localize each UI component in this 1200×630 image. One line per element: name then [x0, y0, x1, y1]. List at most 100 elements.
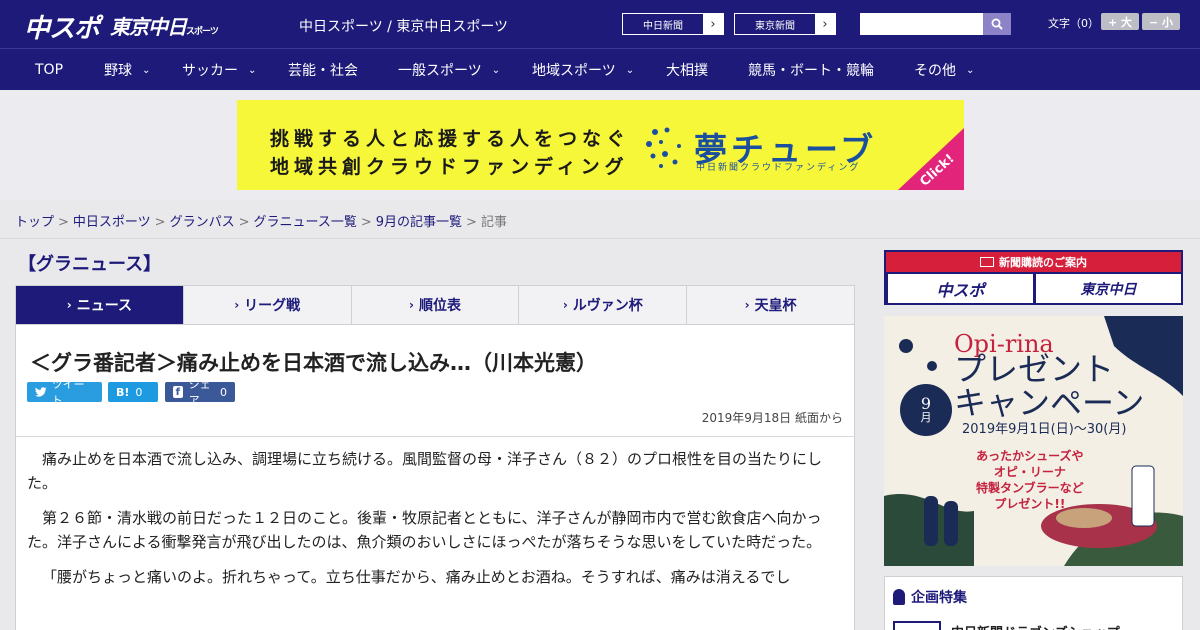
- hatena-bookmark-button[interactable]: B! 0: [108, 382, 158, 402]
- twitter-bird-icon: [35, 387, 47, 397]
- article-divider: [16, 436, 854, 437]
- breadcrumb-top[interactable]: トップ: [15, 215, 54, 230]
- font-decrease-button[interactable]: − 小: [1142, 13, 1180, 30]
- search-icon: [991, 18, 1003, 30]
- chevron-right-icon: ›: [562, 298, 568, 312]
- nav-label: その他: [914, 63, 956, 79]
- tokyo-shimbun-label: 東京新聞: [755, 20, 795, 32]
- subscription-box[interactable]: 新聞購読のご案内 中スポ 東京中日: [884, 250, 1183, 305]
- nav-item-sumo[interactable]: 大相撲: [666, 49, 708, 91]
- facebook-share-label: シェア: [188, 378, 211, 407]
- breadcrumb-separator: >: [238, 215, 250, 230]
- tokyo-logo-text: 東京中日: [110, 15, 187, 39]
- breadcrumb-divider: [0, 238, 1200, 239]
- article-date: 2019年9月18日 紙面から: [701, 411, 843, 425]
- tokyo-chunichi-logo[interactable]: 東京中日スポーツ: [110, 11, 219, 40]
- breadcrumb-september-list[interactable]: 9月の記事一覧: [376, 215, 462, 230]
- chevron-down-icon: ⌄: [625, 64, 635, 76]
- tweet-button[interactable]: ツイート: [27, 378, 102, 407]
- main-nav: TOP 野球 ⌄ サッカー ⌄ 芸能・社会 一般スポーツ ⌄ 地域スポーツ ⌄ 大相撲 …: [0, 48, 1200, 90]
- nav-label: TOP: [35, 62, 64, 78]
- breadcrumb-separator: >: [58, 215, 69, 230]
- breadcrumb-separator: >: [154, 215, 166, 230]
- banner-area: 挑戦する人と応援する人をつなぐ 地域共創クラウドファンディング 夢チューブ 中日…: [0, 90, 1200, 200]
- tokyo-logo-sub: スポーツ: [186, 27, 219, 37]
- tab-label: 天皇杯: [754, 298, 797, 314]
- facebook-icon: f: [173, 386, 183, 398]
- promo-copy: あったかシューズや オピ・リーナ 特製タンブラーなど プレゼント!!: [976, 448, 1084, 512]
- tokyo-shimbun-link[interactable]: 東京新聞 ›: [734, 13, 836, 35]
- promo-copy-line: 特製タンブラーなど: [976, 481, 1084, 495]
- nav-item-local-sports[interactable]: 地域スポーツ ⌄: [532, 49, 634, 91]
- nav-item-baseball[interactable]: 野球 ⌄: [104, 49, 150, 91]
- search-input[interactable]: [860, 13, 983, 35]
- breadcrumb-separator: >: [360, 215, 372, 230]
- nav-label: 大相撲: [666, 63, 708, 79]
- nav-item-general-sports[interactable]: 一般スポーツ ⌄: [398, 49, 500, 91]
- breadcrumb-chunichi-sports[interactable]: 中日スポーツ: [73, 215, 151, 230]
- article-paragraph: 「腰がちょっと痛いのよ。折れちゃって。立ち仕事だから、痛み止めとお酒ね。そうすれ…: [42, 568, 791, 586]
- feature-heading-text: 企画特集: [911, 590, 967, 606]
- banner-line-1: 挑戦する人と応援する人をつなぐ: [270, 128, 631, 150]
- crowdfunding-banner[interactable]: 挑戦する人と応援する人をつなぐ 地域共創クラウドファンディング 夢チューブ 中日…: [237, 100, 964, 190]
- breadcrumb-grampus[interactable]: グランパス: [170, 215, 235, 230]
- nav-item-soccer[interactable]: サッカー ⌄: [182, 49, 256, 91]
- article-headline: ＜グラ番記者＞痛み止めを日本酒で流し込み…（川本光憲）: [30, 351, 597, 375]
- nav-item-entertainment[interactable]: 芸能・社会: [288, 49, 358, 91]
- top-header: 中スポ 東京中日スポーツ 中日スポーツ / 東京中日スポーツ 中日新聞 › 東京…: [0, 0, 1200, 48]
- breadcrumb-gura-news-list[interactable]: グラニュース一覧: [254, 215, 357, 230]
- site-title[interactable]: 中日スポーツ / 東京中日スポーツ: [299, 16, 508, 36]
- feature-thumbnail: [893, 621, 941, 630]
- subscription-heading-text: 新聞購読のご案内: [999, 256, 1087, 269]
- promo-title-line-2: キャンペーン: [954, 384, 1145, 422]
- hatena-bookmark-icon: B!: [116, 385, 130, 399]
- nav-label: 芸能・社会: [288, 63, 358, 79]
- tab-emperors-cup[interactable]: › 天皇杯: [687, 286, 854, 324]
- tab-label: 順位表: [418, 298, 461, 314]
- tab-label: リーグ戦: [244, 298, 301, 314]
- chevron-down-icon: ⌄: [142, 64, 151, 76]
- hatena-count: 0: [135, 385, 143, 399]
- tab-label: ルヴァン杯: [572, 298, 643, 314]
- feature-item-dragons-shop[interactable]: 中日新聞ドラゴンズショップ: [893, 621, 1120, 630]
- chevron-right-icon: ›: [744, 298, 750, 312]
- nav-label: 競馬・ボート・競輪: [748, 63, 874, 79]
- chuspo-logo[interactable]: 中スポ: [24, 8, 100, 45]
- promo-title: プレゼント キャンペーン: [954, 352, 1144, 420]
- nav-label: 野球: [104, 63, 132, 79]
- chevron-down-icon: ⌄: [491, 64, 501, 76]
- chunichi-shimbun-link[interactable]: 中日新聞 ›: [622, 13, 724, 35]
- chevron-right-icon: ›: [409, 298, 414, 312]
- chevron-right-icon: ›: [234, 298, 240, 312]
- chevron-right-icon: ›: [815, 14, 835, 34]
- present-campaign-ad[interactable]: Opi-rina プレゼント キャンペーン 9 月 2019年9月1日(日)〜3…: [884, 316, 1183, 566]
- promo-copy-line: オピ・リーナ: [993, 465, 1066, 479]
- article-body: 痛み止めを日本酒で流し込み、調理場に立ち続ける。風間監督の母・洋子さん（８２）の…: [27, 447, 845, 600]
- nav-item-racing[interactable]: 競馬・ボート・競輪: [748, 49, 874, 91]
- chunichi-shimbun-label: 中日新聞: [643, 20, 683, 32]
- newspaper-icon: [980, 257, 994, 267]
- breadcrumb-current: 記事: [480, 215, 507, 230]
- promo-copy-line: プレゼント!!: [994, 497, 1066, 511]
- subscribe-chuspo-logo[interactable]: 中スポ: [888, 274, 1033, 303]
- facebook-share-button[interactable]: f シェア 0: [165, 378, 235, 407]
- banner-line-2: 地域共創クラウドファンディング: [270, 156, 629, 178]
- article-paragraph: 第２６節・清水戦の前日だった１２日のこと。後輩・牧原記者とともに、洋子さんが静岡…: [27, 509, 822, 551]
- font-increase-button[interactable]: + 大: [1101, 13, 1139, 30]
- tab-standings[interactable]: › 順位表: [352, 286, 520, 324]
- tab-league[interactable]: › リーグ戦: [184, 286, 352, 324]
- feature-box: 企画特集 中日新聞ドラゴンズショップ: [884, 576, 1183, 630]
- nav-label: 一般スポーツ: [398, 63, 482, 79]
- nav-item-top[interactable]: TOP: [35, 49, 63, 91]
- nav-label: 地域スポーツ: [532, 63, 616, 79]
- subscribe-tokyo-logo[interactable]: 東京中日: [1036, 274, 1181, 303]
- search-button[interactable]: [983, 13, 1011, 35]
- tab-levain-cup[interactable]: › ルヴァン杯: [519, 286, 688, 324]
- article: ＜グラ番記者＞痛み止めを日本酒で流し込み…（川本光憲） ツイート B! 0 f …: [15, 325, 855, 630]
- breadcrumb-separator: >: [466, 215, 477, 230]
- nav-item-other[interactable]: その他 ⌄: [914, 49, 974, 91]
- chevron-right-icon: ›: [66, 298, 72, 312]
- breadcrumb: トップ > 中日スポーツ > グランパス > グラニュース一覧 >9月の記事一覧 > 記事: [15, 211, 507, 230]
- font-size-label: 文字（0）: [1048, 17, 1099, 30]
- tab-news[interactable]: › ニュース: [16, 286, 184, 324]
